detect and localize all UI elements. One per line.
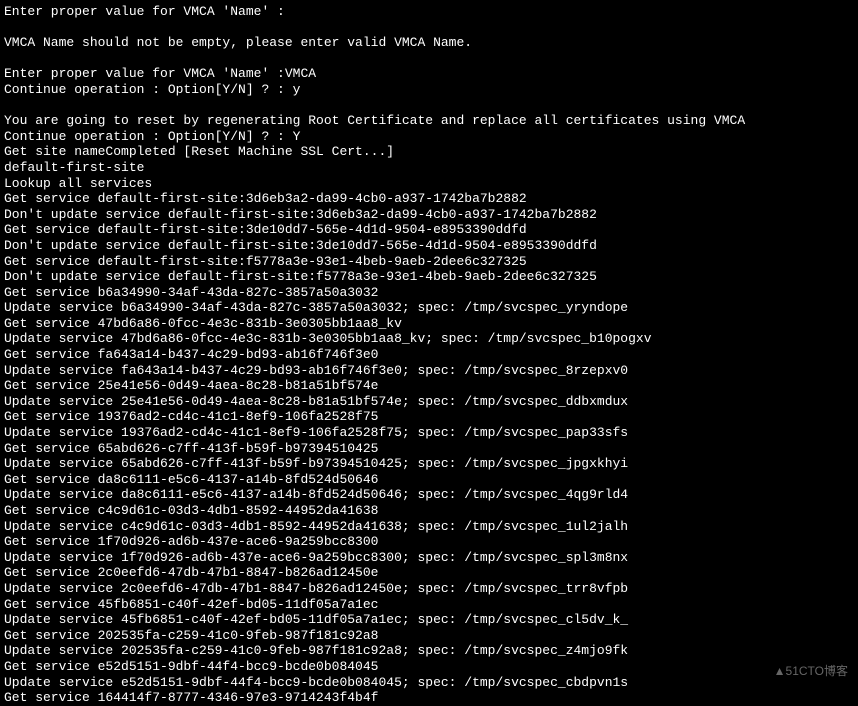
terminal-line: Update service c4c9d61c-03d3-4db1-8592-4…	[4, 519, 854, 535]
terminal-line: Get service fa643a14-b437-4c29-bd93-ab16…	[4, 347, 854, 363]
terminal-line: Enter proper value for VMCA 'Name' :VMCA	[4, 66, 854, 82]
terminal-line: Don't update service default-first-site:…	[4, 207, 854, 223]
terminal-line: Get site nameCompleted [Reset Machine SS…	[4, 144, 854, 160]
terminal-line	[4, 51, 854, 67]
terminal-line: Get service da8c6111-e5c6-4137-a14b-8fd5…	[4, 472, 854, 488]
terminal-line	[4, 20, 854, 36]
terminal-line: Get service 47bd6a86-0fcc-4e3c-831b-3e03…	[4, 316, 854, 332]
terminal-line: Get service 2c0eefd6-47db-47b1-8847-b826…	[4, 565, 854, 581]
terminal-line: Get service 164414f7-8777-4346-97e3-9714…	[4, 690, 854, 706]
terminal-line: Update service 47bd6a86-0fcc-4e3c-831b-3…	[4, 331, 854, 347]
terminal-line	[4, 98, 854, 114]
terminal-line: Update service 202535fa-c259-41c0-9feb-9…	[4, 643, 854, 659]
terminal-line: VMCA Name should not be empty, please en…	[4, 35, 854, 51]
terminal-line: Get service e52d5151-9dbf-44f4-bcc9-bcde…	[4, 659, 854, 675]
terminal-line: Get service b6a34990-34af-43da-827c-3857…	[4, 285, 854, 301]
terminal-line: Get service default-first-site:f5778a3e-…	[4, 254, 854, 270]
terminal-line: Continue operation : Option[Y/N] ? : Y	[4, 129, 854, 145]
watermark-text: ▲51CTO博客	[774, 664, 848, 678]
terminal-line: Update service da8c6111-e5c6-4137-a14b-8…	[4, 487, 854, 503]
terminal-line: Get service default-first-site:3d6eb3a2-…	[4, 191, 854, 207]
terminal-line: default-first-site	[4, 160, 854, 176]
terminal-line: Don't update service default-first-site:…	[4, 269, 854, 285]
terminal-line: Update service fa643a14-b437-4c29-bd93-a…	[4, 363, 854, 379]
terminal-line: Update service b6a34990-34af-43da-827c-3…	[4, 300, 854, 316]
terminal-line: Update service 2c0eefd6-47db-47b1-8847-b…	[4, 581, 854, 597]
terminal-line: Get service c4c9d61c-03d3-4db1-8592-4495…	[4, 503, 854, 519]
terminal-line: Update service 25e41e56-0d49-4aea-8c28-b…	[4, 394, 854, 410]
terminal-line: Update service 19376ad2-cd4c-41c1-8ef9-1…	[4, 425, 854, 441]
terminal-output[interactable]: Enter proper value for VMCA 'Name' :VMCA…	[4, 4, 854, 706]
terminal-line: Don't update service default-first-site:…	[4, 238, 854, 254]
terminal-line: Get service 1f70d926-ad6b-437e-ace6-9a25…	[4, 534, 854, 550]
terminal-line: Update service 1f70d926-ad6b-437e-ace6-9…	[4, 550, 854, 566]
terminal-line: Continue operation : Option[Y/N] ? : y	[4, 82, 854, 98]
terminal-line: Update service 45fb6851-c40f-42ef-bd05-1…	[4, 612, 854, 628]
terminal-line: Get service 25e41e56-0d49-4aea-8c28-b81a…	[4, 378, 854, 394]
terminal-line: Lookup all services	[4, 176, 854, 192]
terminal-line: Get service default-first-site:3de10dd7-…	[4, 222, 854, 238]
terminal-line: Get service 19376ad2-cd4c-41c1-8ef9-106f…	[4, 409, 854, 425]
terminal-line: Update service 65abd626-c7ff-413f-b59f-b…	[4, 456, 854, 472]
terminal-line: Enter proper value for VMCA 'Name' :	[4, 4, 854, 20]
terminal-line: You are going to reset by regenerating R…	[4, 113, 854, 129]
terminal-line: Get service 45fb6851-c40f-42ef-bd05-11df…	[4, 597, 854, 613]
terminal-line: Get service 202535fa-c259-41c0-9feb-987f…	[4, 628, 854, 644]
terminal-line: Get service 65abd626-c7ff-413f-b59f-b973…	[4, 441, 854, 457]
